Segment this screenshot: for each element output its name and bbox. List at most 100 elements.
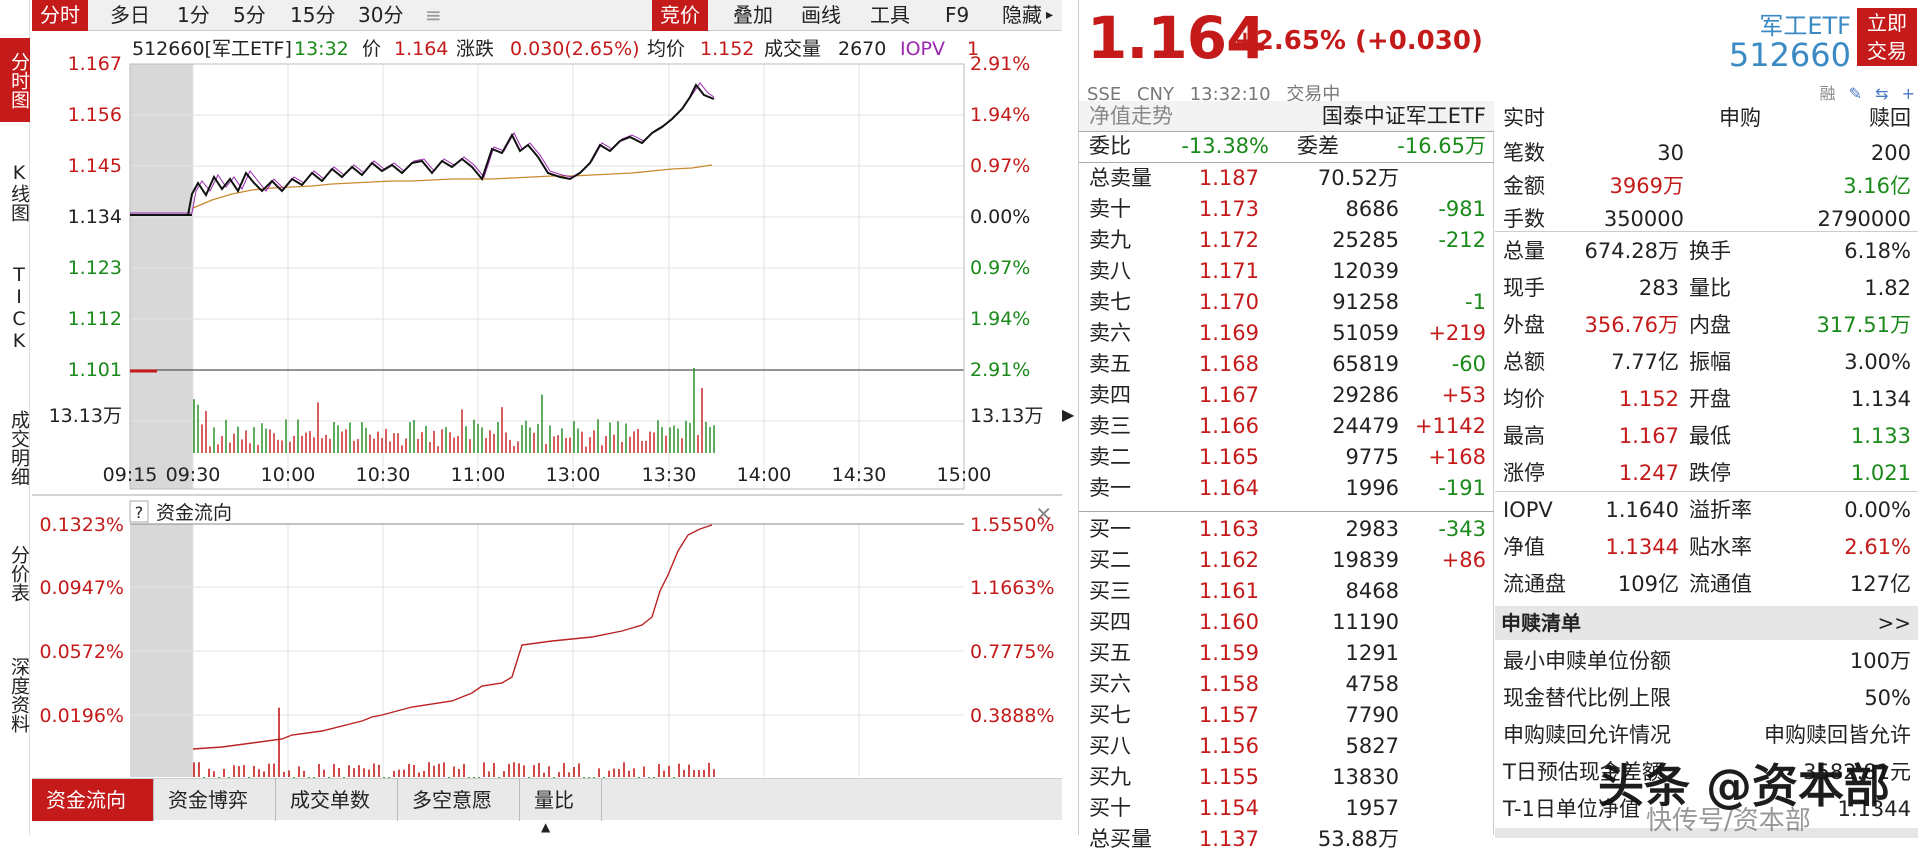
avg-price-line [192, 164, 713, 209]
vtab-tick[interactable]: TICK [0, 258, 30, 358]
level-label: 买四 [1089, 610, 1131, 634]
level-price[interactable]: 1.163 [1199, 514, 1259, 544]
level-price[interactable]: 1.166 [1199, 411, 1259, 441]
more-periods-icon[interactable]: ≡ [417, 0, 450, 31]
level-price[interactable]: 1.171 [1199, 256, 1259, 286]
tab-trade-count[interactable]: 成交单数 [276, 779, 398, 821]
subscription-row: 现金替代比例上限 50% [1495, 680, 1918, 716]
tool-30min[interactable]: 30分 [350, 0, 411, 31]
bid-level-1[interactable]: 买一 1.163 2983 -343 [1079, 514, 1494, 544]
tab-volume-ratio[interactable]: 量比 [520, 779, 602, 821]
tool-15min[interactable]: 15分 [282, 0, 343, 31]
level-price[interactable]: 1.187 [1199, 163, 1259, 193]
bid-level-7[interactable]: 买七 1.157 7790 [1079, 700, 1494, 730]
level-price[interactable]: 1.162 [1199, 545, 1259, 575]
bid-level-8[interactable]: 买八 1.156 5827 [1079, 731, 1494, 761]
collapse-panel-icon[interactable]: ▶ [1062, 405, 1076, 424]
level-price[interactable]: 1.155 [1199, 762, 1259, 792]
toolbar-next-icon[interactable]: ▸ [1044, 0, 1055, 31]
vtab-trade-detail[interactable]: 成交明细 [0, 393, 30, 503]
ask-level-8[interactable]: 卖三 1.166 24479 +1142 [1079, 411, 1494, 441]
nav-trend-link[interactable]: 净值走势 [1089, 101, 1173, 131]
y-left-3: 1.134 [68, 206, 122, 228]
tab-fund-game[interactable]: 资金博弈 [154, 779, 276, 821]
tool-5min[interactable]: 5分 [225, 0, 274, 31]
level-price[interactable]: 1.165 [1199, 442, 1259, 472]
level-price[interactable]: 1.168 [1199, 349, 1259, 379]
ask-level-7[interactable]: 卖四 1.167 29286 +53 [1079, 380, 1494, 410]
level-change: +86 [1441, 548, 1486, 572]
ask-level-3[interactable]: 卖八 1.171 12039 [1079, 256, 1494, 286]
ask-level-1[interactable]: 卖十 1.173 8686 -981 [1079, 194, 1494, 224]
stat-pair-row: 总量 674.28万 换手 6.18% [1495, 233, 1918, 269]
bid-level-10[interactable]: 买十 1.154 1957 [1079, 793, 1494, 823]
level-price[interactable]: 1.172 [1199, 225, 1259, 255]
level-price[interactable]: 1.161 [1199, 576, 1259, 606]
level-label: 卖一 [1089, 476, 1131, 500]
vtab-intraday[interactable]: 分时图 [0, 38, 30, 122]
level-volume: 1957 [1345, 796, 1399, 820]
chart-info-time: 13:32 [294, 38, 349, 60]
stat-value: 1.133 [1850, 424, 1911, 448]
level-volume: 7790 [1345, 703, 1399, 727]
panel-up-icon[interactable]: ▲ [541, 820, 550, 834]
level-price[interactable]: 1.169 [1199, 318, 1259, 348]
stat-label: 内盘 [1689, 313, 1731, 337]
tool-hide[interactable]: 隐藏 [994, 0, 1050, 31]
level-price[interactable]: 1.157 [1199, 700, 1259, 730]
ask-level-10[interactable]: 卖一 1.164 1996 -191 [1079, 473, 1494, 503]
tab-fund-flow[interactable]: 资金流向 [32, 779, 154, 821]
trade-now-button[interactable]: 立即 交易 [1857, 8, 1917, 66]
tool-draw[interactable]: 画线 [793, 0, 849, 31]
bid-level-2[interactable]: 买二 1.162 19839 +86 [1079, 545, 1494, 575]
stat-pair-row: 现手 283 量比 1.82 [1495, 270, 1918, 306]
level-price[interactable]: 1.159 [1199, 638, 1259, 668]
level-price[interactable]: 1.160 [1199, 607, 1259, 637]
vtab-price-table[interactable]: 分价表 [0, 531, 30, 615]
vtab-kline[interactable]: K线图 [0, 150, 30, 234]
subscription-list-header[interactable]: 申赎清单 >> [1495, 606, 1918, 640]
level-price[interactable]: 1.170 [1199, 287, 1259, 317]
tab-bull-bear[interactable]: 多空意愿 [398, 779, 520, 821]
stat-value-subscribe: 3969万 [1609, 174, 1684, 198]
bid-level-6[interactable]: 买六 1.158 4758 [1079, 669, 1494, 699]
expand-icon[interactable]: >> [1877, 606, 1911, 640]
level-price[interactable]: 1.137 [1199, 824, 1259, 854]
bid-level-5[interactable]: 买五 1.159 1291 [1079, 638, 1494, 668]
level-price[interactable]: 1.167 [1199, 380, 1259, 410]
bid-level-9[interactable]: 买九 1.155 13830 [1079, 762, 1494, 792]
ask-level-5[interactable]: 卖六 1.169 51059 +219 [1079, 318, 1494, 348]
level-label: 买六 [1089, 672, 1131, 696]
ask-level-9[interactable]: 卖二 1.165 9775 +168 [1079, 442, 1494, 472]
intraday-chart[interactable]: 512660[军工ETF] 13:32 价 1.164 涨跌 0.030(2.6… [32, 31, 1062, 799]
bid-level-3[interactable]: 买三 1.161 8468 [1079, 576, 1494, 606]
level-price[interactable]: 1.156 [1199, 731, 1259, 761]
ask-level-4[interactable]: 卖七 1.170 91258 -1 [1079, 287, 1494, 317]
level-price[interactable]: 1.173 [1199, 194, 1259, 224]
tool-f9[interactable]: F9 [937, 0, 977, 31]
tool-multiday[interactable]: 多日 [102, 0, 158, 31]
total-sell-level-1[interactable]: 总卖量 1.187 70.52万 [1079, 163, 1494, 193]
tool-intraday[interactable]: 分时 [32, 0, 88, 31]
ask-level-6[interactable]: 卖五 1.168 65819 -60 [1079, 349, 1494, 379]
level-price[interactable]: 1.154 [1199, 793, 1259, 823]
level-price[interactable]: 1.164 [1199, 473, 1259, 503]
x-label-0: 09:15 [103, 464, 158, 486]
stat-value: 7.77亿 [1611, 350, 1679, 374]
level-price[interactable]: 1.158 [1199, 669, 1259, 699]
ask-level-2[interactable]: 卖九 1.172 25285 -212 [1079, 225, 1494, 255]
quote-panel: 1.164 +2.65% (+0.030) SSE CNY 13:32:10 交… [1078, 0, 1918, 851]
vtab-depth-data[interactable]: 深度资料 [0, 640, 30, 750]
x-label-5: 13:00 [546, 464, 601, 486]
stat-pair-row: 外盘 356.76万 内盘 317.51万 [1495, 307, 1918, 343]
total-buy-level-1[interactable]: 总买量 1.137 53.88万 [1079, 824, 1494, 854]
tool-1min[interactable]: 1分 [169, 0, 218, 31]
tool-auction[interactable]: 竞价 [652, 0, 708, 31]
tool-tools[interactable]: 工具 [862, 0, 918, 31]
bid-level-4[interactable]: 买四 1.160 11190 [1079, 607, 1494, 637]
tool-overlay[interactable]: 叠加 [725, 0, 781, 31]
level-label: 卖五 [1089, 352, 1131, 376]
flow-y-right-0: 1.5550% [970, 514, 1055, 536]
stat-label: 净值 [1503, 535, 1545, 559]
level-label: 买二 [1089, 548, 1131, 572]
